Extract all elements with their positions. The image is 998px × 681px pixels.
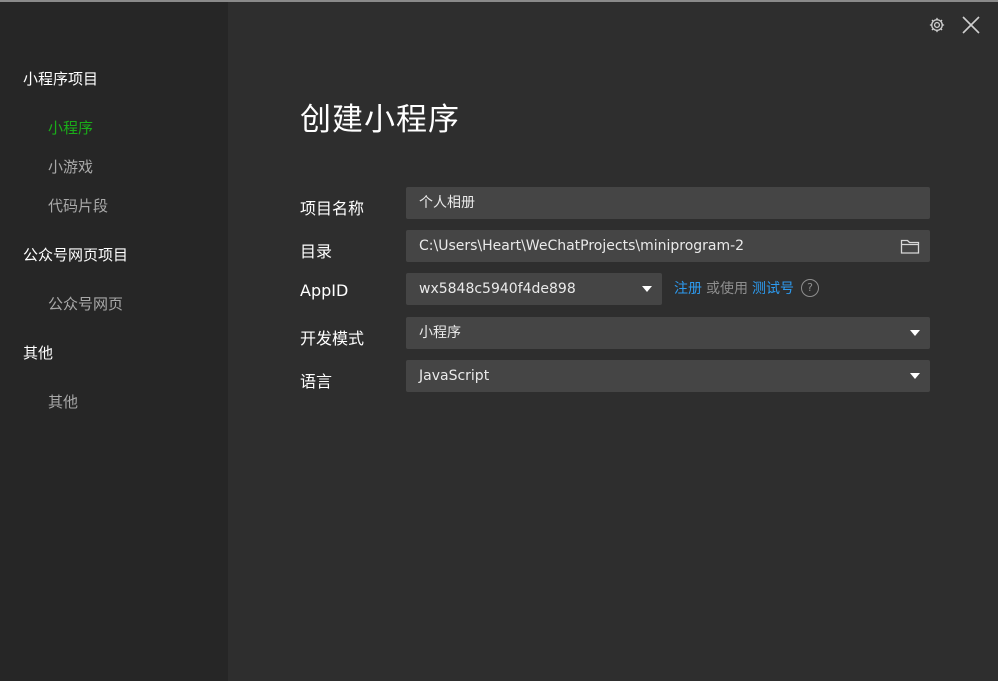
directory-input[interactable]: C:\Users\Heart\WeChatProjects\miniprogra… (406, 230, 930, 262)
create-project-window: 小程序项目 小程序 小游戏 代码片段 公众号网页项目 公众号网页 其他 其他 创… (0, 0, 998, 681)
close-icon[interactable] (960, 14, 982, 36)
project-name-label: 项目名称 (300, 199, 365, 218)
chevron-down-icon[interactable] (910, 360, 920, 392)
language-value: JavaScript (419, 368, 490, 384)
project-name-input[interactable]: 个人相册 (406, 187, 930, 219)
directory-label: 目录 (300, 242, 333, 261)
sidebar-item-minigame[interactable]: 小游戏 (48, 156, 93, 177)
sidebar-item-miniprogram[interactable]: 小程序 (48, 117, 93, 138)
page-title: 创建小程序 (300, 102, 460, 138)
sidebar-item-official-account-web[interactable]: 公众号网页 (48, 293, 123, 314)
appid-label: AppID (300, 281, 349, 300)
dev-mode-select[interactable]: 小程序 (406, 317, 930, 349)
sidebar: 小程序项目 小程序 小游戏 代码片段 公众号网页项目 公众号网页 其他 其他 (0, 2, 228, 681)
sidebar-group-other: 其他 (23, 344, 54, 362)
folder-icon[interactable] (900, 230, 920, 262)
or-use-text: 或使用 (706, 281, 748, 297)
appid-value: wx5848c5940f4de898 (419, 281, 576, 297)
directory-value: C:\Users\Heart\WeChatProjects\miniprogra… (419, 238, 745, 254)
test-account-link[interactable]: 测试号 (752, 278, 794, 298)
chevron-down-icon[interactable] (910, 317, 920, 349)
appid-select[interactable]: wx5848c5940f4de898 (406, 273, 662, 305)
sidebar-group-miniprogram-project: 小程序项目 (23, 70, 99, 88)
language-label: 语言 (300, 372, 333, 391)
sidebar-group-official-account-web: 公众号网页项目 (23, 246, 129, 264)
appid-actions: 注册 或使用 测试号 ? (674, 278, 819, 298)
gear-icon[interactable] (926, 14, 948, 36)
register-link[interactable]: 注册 (674, 278, 702, 298)
project-name-value: 个人相册 (419, 195, 475, 211)
sidebar-item-code-snippet[interactable]: 代码片段 (48, 195, 108, 216)
help-icon[interactable]: ? (801, 279, 819, 297)
window-controls (926, 14, 982, 36)
sidebar-item-other[interactable]: 其他 (48, 391, 78, 412)
dev-mode-label: 开发模式 (300, 329, 365, 348)
dev-mode-value: 小程序 (419, 325, 461, 341)
language-select[interactable]: JavaScript (406, 360, 930, 392)
chevron-down-icon[interactable] (642, 273, 652, 305)
